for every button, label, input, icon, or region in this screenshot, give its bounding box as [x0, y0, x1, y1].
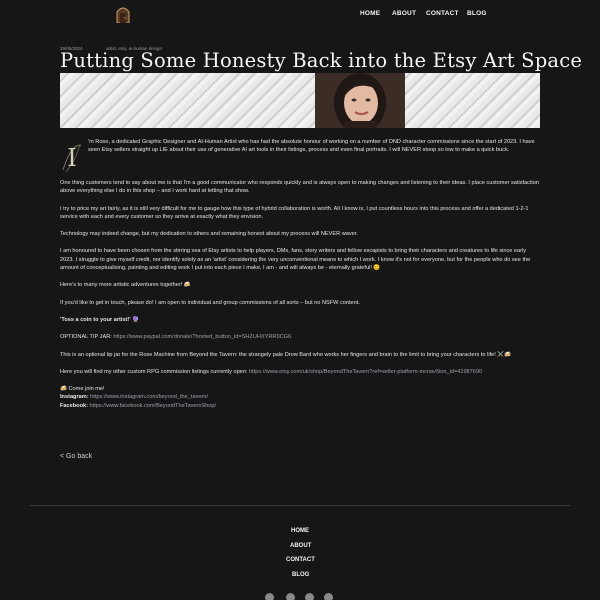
facebook-label: Facebook:: [60, 402, 90, 409]
page-title: Putting Some Honesty Back into the Etsy …: [60, 49, 583, 72]
tip-jar-link[interactable]: https://www.paypal.com/donate/?hosted_bu…: [113, 334, 291, 340]
go-back-link[interactable]: < Go back: [60, 453, 92, 460]
paragraph: One thing customers tend to say about me…: [60, 180, 539, 195]
footer-nav-about[interactable]: ABOUT: [290, 543, 311, 549]
etsy-icon[interactable]: [265, 593, 274, 600]
instagram-icon[interactable]: [305, 593, 314, 600]
post-body: I 'm Rose, a dedicated Graphic Designer …: [60, 138, 540, 419]
instagram-label: Instagram:: [60, 394, 91, 401]
instagram-link[interactable]: https://www.instagram.com/beyond_the_tav…: [90, 394, 208, 400]
rpg-listings-line: Here you will find my other custom RPG c…: [60, 368, 483, 375]
post-banner-image: [60, 73, 540, 128]
intro-paragraph: I 'm Rose, a dedicated Graphic Designer …: [60, 138, 540, 173]
footer-divider: [30, 505, 570, 506]
toss-coin-line: 'Toss a coin to your artist!' 🔮: [60, 316, 140, 323]
email-icon[interactable]: [324, 593, 333, 600]
svg-text:I: I: [67, 144, 76, 172]
tip-note: This is an optional tip jar for the Rose…: [60, 351, 512, 358]
paragraph: Technology may indeed change, but my ded…: [60, 231, 358, 238]
nav-about[interactable]: ABOUT: [392, 10, 416, 17]
paragraph: I try to price my art fairly, as it is s…: [60, 205, 529, 220]
facebook-link[interactable]: https://www.facebook.com/BeyondTheTavern…: [90, 403, 217, 409]
footer-nav-blog[interactable]: BLOG: [292, 572, 309, 578]
footer-nav-home[interactable]: HOME: [291, 528, 309, 534]
facebook-icon[interactable]: [286, 593, 295, 600]
portrait-photo: [315, 73, 405, 128]
dropcap-letter: I: [60, 140, 84, 174]
paragraph: Here's to many more artistic adventures …: [60, 282, 191, 289]
main-nav: HOME ABOUT CONTACT BLOG: [0, 10, 600, 22]
etsy-shop-link[interactable]: https://www.etsy.com/uk/shop/BeyondTheTa…: [249, 369, 482, 375]
site-header: HOME ABOUT CONTACT BLOG: [0, 0, 600, 30]
nav-blog[interactable]: BLOG: [467, 10, 487, 17]
join-line: 🍻 Come join me!: [60, 386, 105, 393]
footer-nav-contact[interactable]: CONTACT: [286, 557, 315, 563]
paragraph: If you'd like to get in touch, please do…: [60, 299, 360, 306]
nav-home[interactable]: HOME: [360, 10, 380, 17]
tip-jar-line: OPTIONAL TIP JAR: https://www.paypal.com…: [60, 334, 292, 341]
social-links-block: 🍻 Come join me! Instagram: https://www.i…: [60, 385, 540, 410]
paragraph: I am honoured to have been chosen from t…: [60, 248, 531, 272]
nav-contact[interactable]: CONTACT: [426, 10, 459, 17]
